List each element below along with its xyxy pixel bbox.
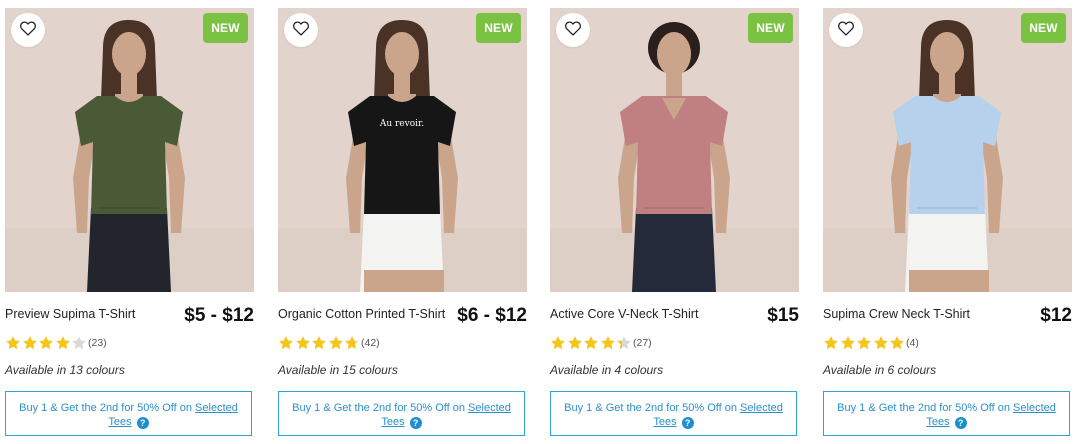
review-count[interactable]: (42) — [361, 337, 380, 349]
colours-available: Available in 6 colours — [823, 363, 937, 377]
promo-link-selected[interactable]: Selected — [195, 402, 238, 414]
colours-available: Available in 15 colours — [278, 363, 398, 377]
star-icon — [312, 336, 326, 350]
product-name[interactable]: Organic Cotton Printed T-Shirt — [278, 307, 445, 321]
new-badge: NEW — [476, 13, 521, 43]
star-icon — [551, 336, 565, 350]
colours-available: Available in 13 colours — [5, 363, 125, 377]
promo-link-tees[interactable]: Tees — [653, 416, 676, 428]
heart-outline-icon — [564, 20, 582, 41]
star-icon — [617, 340, 623, 350]
product-card[interactable]: NEW Preview Supima T-Shirt $5 - $12 (23)… — [5, 8, 254, 440]
star-icon — [600, 336, 615, 350]
star-rating — [5, 335, 87, 351]
star-icon — [6, 336, 20, 350]
wishlist-button[interactable] — [556, 13, 590, 47]
product-image[interactable]: Au revoir. — [278, 8, 527, 292]
stars-filled — [823, 335, 905, 351]
promo-text: Buy 1 & Get the 2nd for 50% Off on — [837, 402, 1014, 414]
star-icon — [328, 336, 343, 350]
star-icon — [873, 336, 888, 350]
promo-link-selected[interactable]: Selected — [468, 402, 511, 414]
promo-text: Buy 1 & Get the 2nd for 50% Off on — [292, 402, 469, 414]
star-icon — [840, 336, 855, 350]
star-rating — [278, 335, 360, 351]
star-icon — [584, 336, 598, 350]
rating[interactable]: (42) — [278, 335, 380, 351]
product-name[interactable]: Supima Crew Neck T-Shirt — [823, 307, 970, 321]
product-grid: NEW Preview Supima T-Shirt $5 - $12 (23)… — [0, 0, 1080, 444]
star-rating — [550, 335, 632, 351]
wishlist-button[interactable] — [284, 13, 318, 47]
question-circle-icon[interactable]: ? — [681, 417, 694, 429]
promo-box: Buy 1 & Get the 2nd for 50% Off on Selec… — [823, 391, 1070, 436]
star-icon — [567, 336, 582, 350]
shirt-print-text: Au revoir. — [379, 119, 424, 129]
promo-link-selected[interactable]: Selected — [740, 402, 783, 414]
product-image[interactable] — [823, 8, 1072, 292]
product-price: $15 — [767, 305, 799, 326]
product-price: $5 - $12 — [184, 305, 254, 326]
star-icon — [55, 336, 70, 350]
product-card[interactable]: NEW Active Core V-Neck T-Shirt $15 (27) … — [550, 8, 799, 440]
product-image[interactable] — [5, 8, 254, 292]
rating[interactable]: (4) — [823, 335, 919, 351]
product-name[interactable]: Preview Supima T-Shirt — [5, 307, 135, 321]
product-price: $6 - $12 — [457, 305, 527, 326]
star-icon — [22, 336, 37, 350]
review-count[interactable]: (27) — [633, 337, 652, 349]
question-circle-icon[interactable]: ? — [409, 417, 422, 429]
promo-link-selected[interactable]: Selected — [1013, 402, 1056, 414]
question-circle-icon[interactable]: ? — [136, 417, 149, 429]
stars-filled — [5, 335, 71, 351]
rating[interactable]: (23) — [5, 335, 107, 351]
promo-link-tees[interactable]: Tees — [381, 416, 404, 428]
promo-text: Buy 1 & Get the 2nd for 50% Off on — [19, 402, 196, 414]
wishlist-button[interactable] — [829, 13, 863, 47]
wishlist-button[interactable] — [11, 13, 45, 47]
star-icon — [72, 336, 86, 350]
review-count[interactable]: (4) — [906, 337, 919, 349]
product-name[interactable]: Active Core V-Neck T-Shirt — [550, 307, 698, 321]
stars-filled — [278, 335, 356, 351]
product-card[interactable]: NEW Supima Crew Neck T-Shirt $12 (4) Ava… — [823, 8, 1072, 440]
product-image[interactable] — [550, 8, 799, 292]
star-icon — [345, 336, 356, 350]
promo-link-tees[interactable]: Tees — [108, 416, 131, 428]
rating[interactable]: (27) — [550, 335, 652, 351]
star-icon — [39, 336, 53, 350]
new-badge: NEW — [1021, 13, 1066, 43]
product-price: $12 — [1040, 305, 1072, 326]
heart-outline-icon — [19, 20, 37, 41]
star-icon — [279, 336, 293, 350]
product-card[interactable]: Au revoir. NEW Organic Cotton Printed T-… — [278, 8, 527, 440]
star-icon — [295, 336, 310, 350]
new-badge: NEW — [203, 13, 248, 43]
star-rating — [823, 335, 905, 351]
promo-box: Buy 1 & Get the 2nd for 50% Off on Selec… — [5, 391, 252, 436]
promo-link-tees[interactable]: Tees — [926, 416, 949, 428]
star-icon — [857, 336, 871, 350]
promo-text: Buy 1 & Get the 2nd for 50% Off on — [564, 402, 741, 414]
new-badge: NEW — [748, 13, 793, 43]
colours-available: Available in 4 colours — [550, 363, 664, 377]
promo-box: Buy 1 & Get the 2nd for 50% Off on Selec… — [278, 391, 525, 436]
question-circle-icon[interactable]: ? — [954, 417, 967, 429]
heart-outline-icon — [292, 20, 310, 41]
star-icon — [890, 336, 904, 350]
stars-filled — [550, 335, 623, 351]
promo-box: Buy 1 & Get the 2nd for 50% Off on Selec… — [550, 391, 797, 436]
review-count[interactable]: (23) — [88, 337, 107, 349]
heart-outline-icon — [837, 20, 855, 41]
star-icon — [824, 336, 838, 350]
